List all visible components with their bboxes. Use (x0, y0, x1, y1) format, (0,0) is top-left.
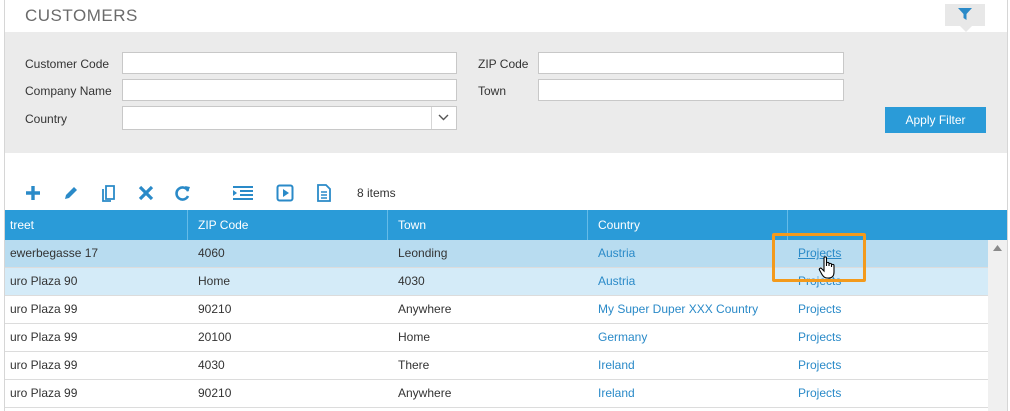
zip-code-input[interactable] (538, 52, 844, 74)
zip-code-label: ZIP Code (478, 57, 529, 71)
filter-toggle-button[interactable] (945, 4, 985, 32)
town-input[interactable] (538, 79, 844, 101)
vertical-scrollbar[interactable] (988, 240, 1007, 411)
cell-zip: 4030 (198, 358, 225, 372)
page-title: CUSTOMERS (25, 6, 138, 25)
cell-country[interactable]: Austria (588, 240, 788, 267)
table-row[interactable]: uro Plaza 99 90210 Anywhere My Super Dup… (5, 296, 988, 324)
hand-cursor-icon (818, 256, 835, 279)
company-name-input[interactable] (122, 79, 457, 101)
cell-town: Home (398, 330, 431, 344)
cell-street: uro Plaza 99 (10, 358, 78, 372)
cell-country[interactable]: Ireland (588, 352, 788, 379)
cell-zip: 4060 (198, 246, 225, 260)
delete-icon[interactable] (137, 184, 155, 202)
filter-panel: Customer Code Company Name Country ZIP C… (5, 32, 1007, 153)
item-count: 8 items (357, 186, 396, 200)
apply-filter-button[interactable]: Apply Filter (885, 107, 986, 133)
cell-street: uro Plaza 99 (10, 330, 78, 344)
column-header-town[interactable]: Town (388, 210, 588, 240)
cell-country[interactable]: Ireland (588, 380, 788, 407)
scroll-up-arrow-icon[interactable] (993, 245, 1002, 251)
column-header-zip[interactable]: ZIP Code (188, 210, 388, 240)
cell-street: ewerbegasse 17 (10, 246, 99, 260)
town-label: Town (478, 84, 507, 98)
edit-icon[interactable] (62, 184, 80, 202)
projects-link[interactable]: Projects (788, 352, 988, 379)
cell-zip: 90210 (198, 302, 232, 316)
cell-country[interactable]: My Super Duper XXX Country (588, 296, 788, 323)
table-row[interactable]: uro Plaza 99 4030 There Ireland Projects (5, 352, 988, 380)
list-view-icon[interactable] (232, 184, 254, 202)
customer-code-label: Customer Code (25, 57, 110, 71)
cell-town: There (398, 358, 430, 372)
filter-icon (958, 8, 972, 20)
cell-zip: 90210 (198, 386, 232, 400)
country-select[interactable] (122, 106, 457, 130)
column-header-street[interactable]: treet (5, 210, 188, 240)
cell-town: 4030 (398, 274, 425, 288)
table-row[interactable]: uro Plaza 99 90210 Anywhere Ireland Proj… (5, 380, 988, 408)
projects-link[interactable]: Projects (788, 380, 988, 407)
country-label: Country (25, 112, 68, 126)
column-header-country[interactable]: Country (588, 210, 788, 240)
refresh-icon[interactable] (174, 184, 192, 202)
cell-street: uro Plaza 99 (10, 386, 78, 400)
projects-link[interactable]: Projects (788, 296, 988, 323)
cell-country[interactable]: Germany (588, 324, 788, 351)
cell-zip: Home (198, 274, 231, 288)
cell-street: uro Plaza 99 (10, 302, 78, 316)
cell-town: Anywhere (398, 386, 452, 400)
cell-town: Leonding (398, 246, 448, 260)
title-bar: CUSTOMERS (5, 0, 1007, 32)
projects-link[interactable]: Projects (788, 324, 988, 351)
add-icon[interactable] (24, 184, 42, 202)
cell-zip: 20100 (198, 330, 232, 344)
company-name-label: Company Name (25, 84, 112, 98)
table-row[interactable]: uro Plaza 99 20100 Home Germany Projects (5, 324, 988, 352)
document-icon[interactable] (315, 184, 333, 202)
play-icon[interactable] (276, 184, 294, 202)
customers-window: CUSTOMERS Customer Code Company Name Cou… (4, 0, 1008, 411)
customer-code-input[interactable] (122, 52, 457, 74)
cell-street: uro Plaza 90 (10, 274, 78, 288)
grid-toolbar: 8 items (5, 178, 1007, 208)
cell-country[interactable]: Austria (588, 268, 788, 295)
chevron-down-icon (438, 114, 449, 121)
cell-town: Anywhere (398, 302, 452, 316)
copy-icon[interactable] (100, 184, 118, 202)
